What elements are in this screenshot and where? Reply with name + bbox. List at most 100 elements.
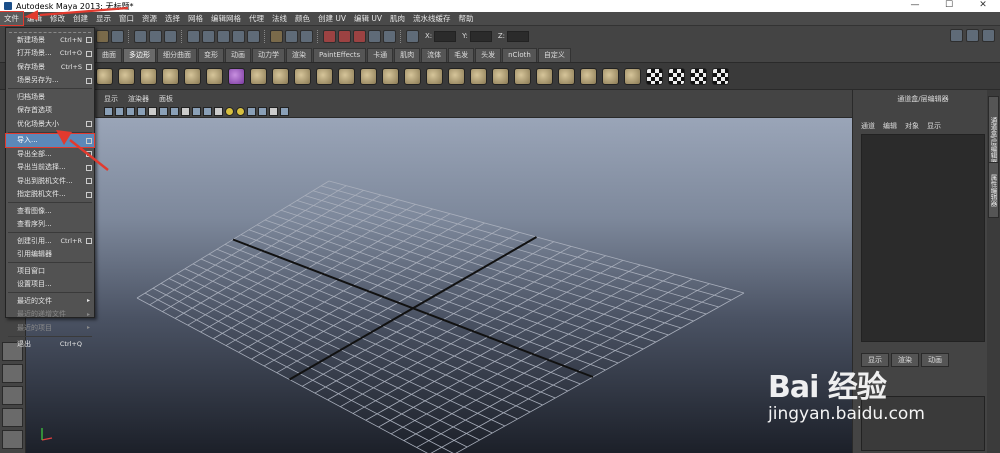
shelf-tab[interactable]: 肌肉 [394,48,421,62]
split-icon[interactable] [602,67,619,85]
save-scene-icon[interactable] [111,29,124,43]
file-menu-item[interactable]: 创建引用... Ctrl+R [6,234,94,248]
camera-select-icon[interactable] [104,106,113,116]
file-menu-item[interactable]: 最近的项目 ▸ [6,321,94,335]
ipr-render-icon[interactable] [338,29,351,43]
view-cube-icon[interactable] [280,106,289,116]
combine-icon[interactable] [360,67,377,85]
snap-plane-icon[interactable] [232,29,245,43]
checker-tile-icon[interactable] [712,67,729,85]
menu-item[interactable]: 修改 [46,12,69,25]
menu-item[interactable]: 法线 [268,12,291,25]
option-box-icon[interactable] [86,238,92,244]
use-lights-icon[interactable] [225,106,234,116]
file-menu-item[interactable]: 导出全部... [6,147,94,161]
file-menu-item[interactable]: 引用编辑器 [6,248,94,262]
shelf-tab[interactable]: 动力学 [252,48,285,62]
checker-uv-icon[interactable] [668,67,685,85]
file-menu-item[interactable]: 新建场景 Ctrl+N [6,33,94,47]
menu-item[interactable]: 创建 UV [314,12,350,25]
menu-item[interactable]: 肌肉 [386,12,409,25]
channel-box-list[interactable] [861,134,985,342]
menu-item[interactable]: 窗口 [115,12,138,25]
input-output-icon[interactable] [300,29,313,43]
file-menu-item[interactable]: 查看图像... [6,204,94,218]
file-menu-item[interactable]: 场景另存为... [6,74,94,88]
file-menu-item[interactable]: 导入... [5,132,95,148]
insert-edge-icon[interactable] [624,67,641,85]
menu-item[interactable]: 流水线缓存 [409,12,455,25]
file-menu-item[interactable]: 查看序列... [6,218,94,232]
viewport-menu-item[interactable]: 渲染器 [128,94,149,104]
snap-grid-icon[interactable] [187,29,200,43]
wireframe-icon[interactable] [192,106,201,116]
shelf-tab[interactable]: 流体 [421,48,448,62]
grease-pencil-icon[interactable] [159,106,168,116]
xray-icon[interactable] [247,106,256,116]
make-live-icon[interactable] [247,29,260,43]
file-menu-item[interactable]: 保存场景 Ctrl+S [6,60,94,74]
option-box-icon[interactable] [86,37,92,43]
poly-helix-icon[interactable] [272,67,289,85]
option-box-icon[interactable] [86,64,92,70]
channel-box-menu-item[interactable]: 显示 [927,121,941,131]
file-menu-item[interactable]: 导出当前选择... [6,161,94,175]
menu-item[interactable]: 资源 [138,12,161,25]
snap-point-icon[interactable] [217,29,230,43]
file-menu-item[interactable]: 导出到脱机文件... [6,174,94,188]
channel-box-menu-item[interactable]: 对象 [905,121,919,131]
poly-cube-icon[interactable] [228,67,245,85]
menu-item[interactable]: 代理 [245,12,268,25]
checker-map-icon[interactable] [690,67,707,85]
file-menu-item[interactable]: 设置项目... [6,278,94,292]
shelf-tab[interactable]: 动画 [225,48,251,62]
poly-pyramid-icon[interactable] [96,67,113,85]
render-view-icon[interactable] [368,29,381,43]
viewport-menu-item[interactable]: 面板 [159,94,173,104]
file-menu-item[interactable]: 归档场景 [6,90,94,104]
option-box-icon[interactable] [86,164,92,171]
mirror-icon[interactable] [470,67,487,85]
snap-curve-icon[interactable] [202,29,215,43]
extrude-icon[interactable] [492,67,509,85]
camera-attributes-icon[interactable] [115,106,124,116]
menu-item[interactable]: 创建 [69,12,92,25]
input-field-mode-icon[interactable] [406,29,419,43]
shelf-tab[interactable]: 曲面 [96,48,122,62]
shelf-tab[interactable]: PaintEffects [313,48,367,62]
menu-item[interactable]: 编辑 [23,12,46,25]
option-box-icon[interactable] [86,151,92,157]
x-coordinate-field[interactable] [434,30,457,42]
poly-plane-icon[interactable] [316,67,333,85]
option-box-icon[interactable] [86,178,92,184]
isolate-select-icon[interactable] [258,106,267,116]
channel-box-menu-item[interactable]: 通道 [861,121,875,131]
toggle-tool-settings-icon[interactable] [966,29,979,42]
shelf-tab[interactable]: 卡通 [367,48,394,62]
maximize-button[interactable]: ☐ [932,0,966,12]
separate-icon[interactable] [382,67,399,85]
viewport-menu-item[interactable]: 显示 [104,94,118,104]
minimize-button[interactable]: — [898,0,932,12]
menu-item[interactable]: 帮助 [455,12,478,25]
file-menu-item[interactable]: 指定脱机文件... [6,188,94,202]
persp-hypergraph-layout-icon[interactable] [2,430,23,449]
option-box-icon[interactable] [86,121,92,127]
file-menu-item[interactable]: 最近的递增文件 ▸ [6,308,94,322]
menu-item[interactable]: 文件 [0,11,24,26]
four-view-layout-icon[interactable] [2,364,23,383]
close-button[interactable]: ✕ [966,0,1000,12]
side-tab-attribute-editor[interactable]: 属性编辑器 [988,162,999,218]
option-box-icon[interactable] [86,50,92,57]
menu-item[interactable]: 颜色 [291,12,314,25]
shelf-tab[interactable]: 细分曲面 [157,48,197,62]
option-box-icon[interactable] [86,137,92,144]
textured-icon[interactable] [214,106,223,116]
construction-history-icon[interactable] [285,29,298,43]
shelf-tab[interactable]: 多边形 [123,48,156,62]
shadows-icon[interactable] [236,106,245,116]
poly-sphere-icon[interactable] [338,67,355,85]
checker-icon[interactable] [646,67,663,85]
y-coordinate-field[interactable] [469,30,492,42]
poly-cylinder-icon[interactable] [118,67,135,85]
